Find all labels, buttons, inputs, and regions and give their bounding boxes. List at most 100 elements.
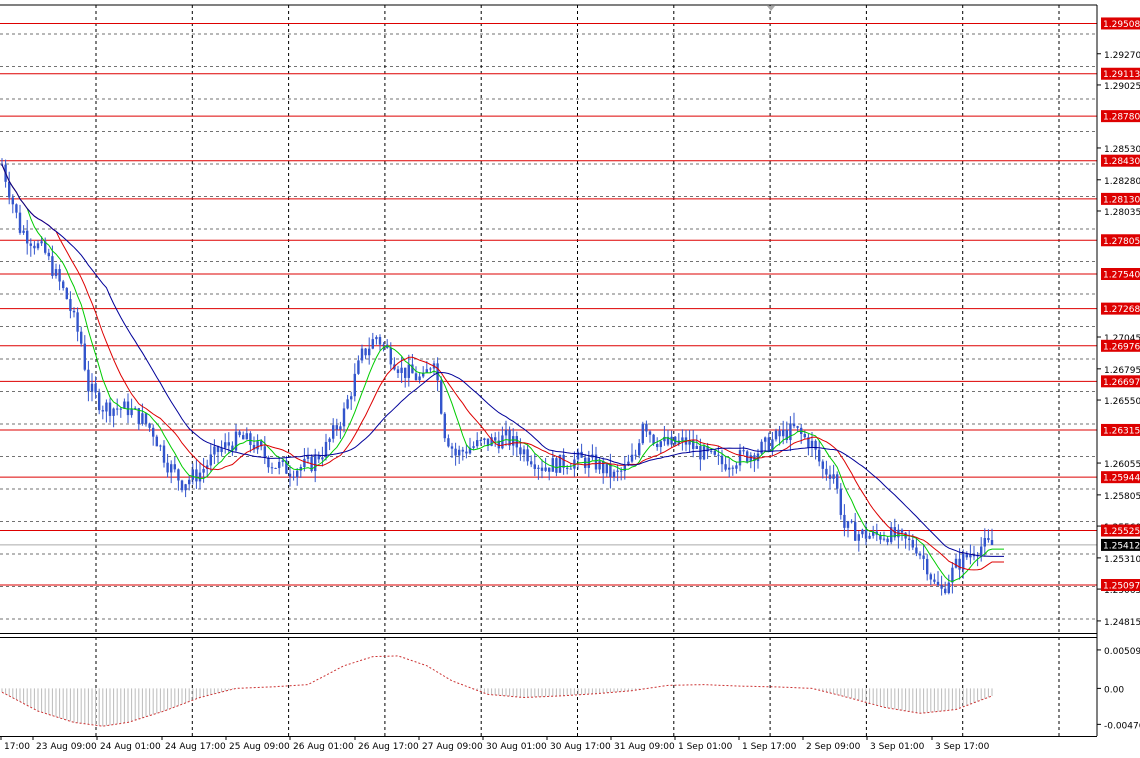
time-axis-label: 24 Aug 17:00 — [165, 742, 226, 752]
candle-body — [782, 429, 785, 437]
candle-body — [94, 383, 97, 393]
candle-body — [177, 469, 180, 481]
candle-body — [447, 438, 450, 447]
candle-body — [868, 535, 871, 539]
level-tag-label: 1.29508 — [1103, 20, 1140, 30]
candle-body — [911, 540, 914, 548]
candle-body — [969, 554, 972, 558]
candle-body — [764, 437, 767, 442]
candle-body — [36, 243, 40, 249]
candle-body — [227, 442, 230, 446]
candle-body — [843, 514, 846, 528]
candle-body — [389, 347, 392, 365]
candle-body — [634, 454, 637, 456]
candle-body — [458, 449, 461, 456]
candle-body — [954, 558, 958, 568]
candle-body — [11, 197, 14, 205]
candle-body — [717, 454, 720, 456]
candle-body — [119, 408, 122, 410]
candle-body — [908, 538, 911, 541]
candle-body — [72, 310, 76, 313]
candle-body — [962, 553, 965, 570]
candle-body — [602, 460, 605, 474]
candle-body — [105, 402, 108, 412]
candle-body — [162, 445, 166, 463]
candle-body — [530, 461, 533, 465]
candle-body — [47, 252, 50, 257]
candle-body — [742, 450, 745, 452]
candle-body — [504, 429, 508, 436]
candle-body — [328, 438, 331, 442]
candle-body — [306, 456, 310, 459]
candle-body — [710, 450, 713, 452]
candle-body — [670, 436, 673, 445]
candle-body — [537, 467, 540, 469]
price-tick-label: 1.26550 — [1104, 397, 1140, 407]
level-tag-label: 1.26697 — [1103, 378, 1140, 388]
candle-body — [58, 269, 61, 282]
candle-body — [238, 431, 241, 436]
candle-body — [400, 367, 403, 373]
candle-body — [638, 443, 641, 456]
candle-body — [267, 457, 270, 468]
osc-tick-label: 0.00509 — [1104, 647, 1140, 657]
candle-body — [922, 555, 925, 559]
candle-body — [623, 465, 626, 472]
candle-body — [404, 367, 407, 378]
candle-body — [681, 437, 684, 441]
candle-body — [857, 534, 860, 541]
candle-body — [65, 288, 68, 300]
candle-body — [886, 538, 889, 543]
price-chart-svg[interactable]: 1.292701.290251.285301.282801.280351.270… — [0, 0, 1140, 754]
candle-body — [314, 455, 317, 472]
candle-body — [62, 281, 65, 289]
candle-body — [796, 426, 799, 428]
candle-body — [900, 529, 904, 533]
candle-body — [864, 529, 868, 539]
candle-body — [263, 446, 266, 458]
candle-body — [303, 458, 306, 468]
candle-body — [724, 464, 727, 470]
price-tick-label: 1.29270 — [1104, 51, 1140, 61]
candle-body — [116, 408, 119, 410]
candle-body — [296, 470, 299, 478]
candle-body — [461, 449, 464, 452]
time-axis-label: 23 Aug 09:00 — [36, 742, 97, 752]
candle-body — [483, 438, 486, 441]
candle-body — [321, 457, 324, 460]
candle-body — [288, 473, 292, 477]
candle-body — [332, 425, 335, 439]
price-tick-label: 1.28530 — [1104, 145, 1140, 155]
candle-body — [940, 585, 943, 589]
candle-body — [87, 369, 90, 392]
candle-body — [861, 529, 864, 535]
candle-body — [8, 181, 11, 198]
candle-body — [569, 468, 572, 470]
candle-body — [396, 369, 400, 373]
trading-chart[interactable]: 1.29270 1.29025 1.28530 1.28280 1.28035 1.270… — [0, 0, 1140, 754]
candle-body — [148, 423, 151, 428]
time-axis-label: 1 Sep 17:00 — [742, 742, 797, 752]
candle-body — [501, 435, 504, 449]
candle-body — [54, 269, 58, 276]
candle-body — [152, 427, 155, 437]
price-axis: 1.292701.290251.285301.282801.280351.270… — [1097, 51, 1140, 731]
osc-tick-label: 0.00 — [1104, 685, 1124, 695]
candle-body — [216, 446, 220, 453]
candle-body — [375, 337, 378, 340]
candle-body — [368, 348, 371, 356]
candle-body — [882, 538, 886, 540]
price-tick-label: 1.28035 — [1104, 208, 1140, 218]
candle-body — [130, 408, 133, 416]
candle-body — [584, 457, 587, 468]
candle-body — [479, 440, 482, 442]
candle-body — [357, 360, 360, 374]
price-tick-label: 1.28280 — [1104, 177, 1140, 187]
candle-body — [317, 455, 320, 460]
level-tag-label: 1.25097 — [1103, 582, 1140, 592]
candle-body — [436, 363, 439, 381]
candle-body — [630, 454, 634, 462]
candle-body — [173, 464, 176, 470]
candle-body — [454, 448, 457, 456]
candle-body — [526, 449, 529, 462]
